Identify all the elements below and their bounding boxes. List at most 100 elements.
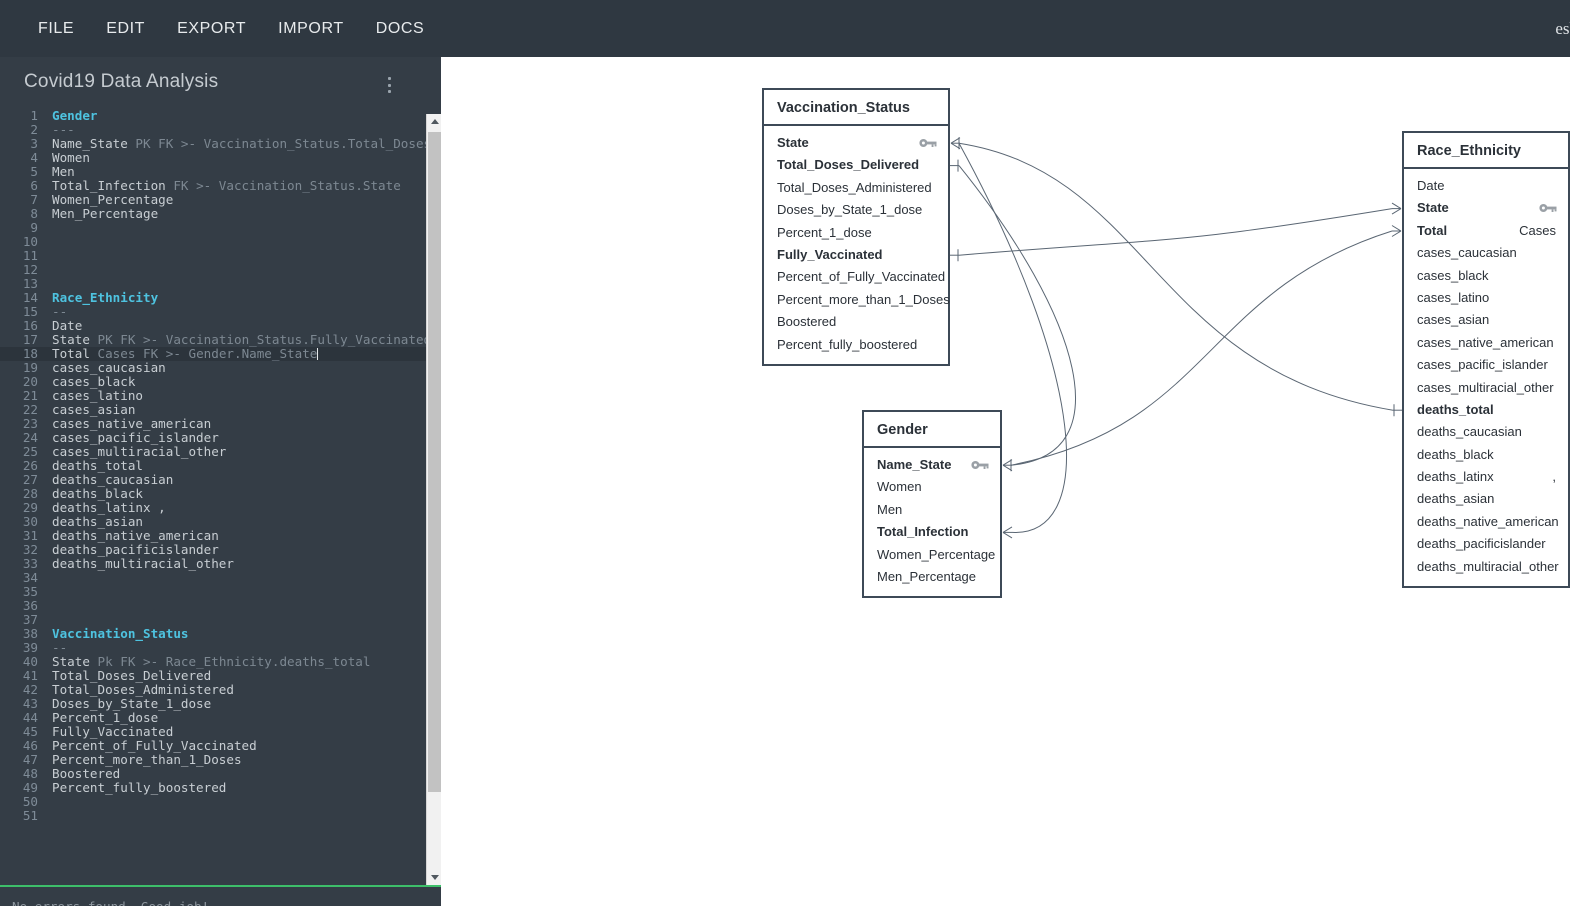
er-field-row[interactable]: cases_latino	[1404, 287, 1568, 309]
code-line[interactable]: 14 Race_Ethnicity	[0, 291, 426, 305]
code-line[interactable]: 21 cases_latino	[0, 389, 426, 403]
code-line[interactable]: 47 Percent_more_than_1_Doses	[0, 753, 426, 767]
scrollbar-thumb[interactable]	[428, 132, 441, 792]
code-line[interactable]: 29 deaths_latinx ,	[0, 501, 426, 515]
code-line[interactable]: 9	[0, 221, 426, 235]
code-line[interactable]: 51	[0, 809, 426, 823]
er-field-row[interactable]: deaths_caucasian	[1404, 421, 1568, 443]
er-field-row[interactable]: deaths_latinx,	[1404, 466, 1568, 488]
code-line[interactable]: 1 Gender	[0, 109, 426, 123]
code-line[interactable]: 33 deaths_multiracial_other	[0, 557, 426, 571]
er-field-row[interactable]: cases_pacific_islander	[1404, 354, 1568, 376]
code-line[interactable]: 32 deaths_pacificislander	[0, 543, 426, 557]
code-line[interactable]: 2 ---	[0, 123, 426, 137]
code-line[interactable]: 36	[0, 599, 426, 613]
code-line[interactable]: 40 State Pk FK >- Race_Ethnicity.deaths_t…	[0, 655, 426, 669]
code-line[interactable]: 6 Total_Infection FK >- Vaccination_Statu…	[0, 179, 426, 193]
code-line[interactable]: 48 Boostered	[0, 767, 426, 781]
er-field-row[interactable]: cases_caucasian	[1404, 242, 1568, 264]
er-table-race_ethnicity[interactable]: Race_Ethnicity Date State Total Cases cases_c…	[1402, 131, 1570, 589]
overflow-menu-icon[interactable]	[381, 75, 397, 95]
code-line[interactable]: 26 deaths_total	[0, 459, 426, 473]
code-line[interactable]: 50	[0, 795, 426, 809]
code-line[interactable]: 46 Percent_of_Fully_Vaccinated	[0, 739, 426, 753]
er-field-row[interactable]: Percent_more_than_1_Doses	[764, 289, 950, 311]
code-line[interactable]: 30 deaths_asian	[0, 515, 426, 529]
er-field-row[interactable]: cases_multiracial_other	[1404, 377, 1568, 399]
er-field-row[interactable]: Total Cases	[1404, 220, 1568, 242]
code-line[interactable]: 42 Total_Doses_Administered	[0, 683, 426, 697]
code-line[interactable]: 41 Total_Doses_Delivered	[0, 669, 426, 683]
code-line[interactable]: 31 deaths_native_american	[0, 529, 426, 543]
code-line[interactable]: 28 deaths_black	[0, 487, 426, 501]
code-line[interactable]: 25 cases_multiracial_other	[0, 445, 426, 459]
menu-item-docs[interactable]: DOCS	[360, 12, 441, 46]
er-field-row[interactable]: Women	[864, 476, 1000, 498]
menu-item-import[interactable]: IMPORT	[262, 12, 360, 46]
er-table-vaccination_status[interactable]: Vaccination_Status State Total_Doses_Deliv…	[762, 88, 950, 366]
code-line[interactable]: 27 deaths_caucasian	[0, 473, 426, 487]
er-field-row[interactable]: cases_asian	[1404, 309, 1568, 331]
code-line[interactable]: 43 Doses_by_State_1_dose	[0, 697, 426, 711]
code-line[interactable]: 49 Percent_fully_boostered	[0, 781, 426, 795]
er-field-row[interactable]: cases_black	[1404, 265, 1568, 287]
code-line[interactable]: 34	[0, 571, 426, 585]
scroll-up-arrow-icon[interactable]	[427, 114, 441, 129]
er-field-row[interactable]: Doses_by_State_1_dose	[764, 199, 948, 221]
code-line[interactable]: 3 Name_State PK FK >- Vaccination_Status.…	[0, 137, 426, 151]
code-line[interactable]: 4 Women	[0, 151, 426, 165]
code-line[interactable]: 20 cases_black	[0, 375, 426, 389]
er-field-row[interactable]: Name_State	[864, 454, 1000, 476]
er-field-row[interactable]: Men	[864, 499, 1000, 521]
code-line[interactable]: 38 Vaccination_Status	[0, 627, 426, 641]
er-diagram-canvas[interactable]: Vaccination_Status State Total_Doses_Deliv…	[441, 57, 1570, 906]
er-field-row[interactable]: deaths_multiracial_other	[1404, 556, 1568, 578]
er-field-row[interactable]: Percent_fully_boostered	[764, 334, 948, 356]
er-field-row[interactable]: deaths_black	[1404, 444, 1568, 466]
er-field-row[interactable]: deaths_asian	[1404, 488, 1568, 510]
code-line[interactable]: 22 cases_asian	[0, 403, 426, 417]
code-line[interactable]: 37	[0, 613, 426, 627]
code-line[interactable]: 7 Women_Percentage	[0, 193, 426, 207]
code-line[interactable]: 12	[0, 263, 426, 277]
menu-item-edit[interactable]: EDIT	[90, 12, 161, 46]
er-field-row[interactable]: deaths_total	[1404, 399, 1568, 421]
er-field-row[interactable]: Boostered	[764, 311, 948, 333]
code-line[interactable]: 13	[0, 277, 426, 291]
code-line[interactable]: 15 --	[0, 305, 426, 319]
er-field-row[interactable]: Women_Percentage	[864, 544, 1000, 566]
code-line[interactable]: 39 --	[0, 641, 426, 655]
er-field-row[interactable]: Total_Doses_Administered	[764, 177, 948, 199]
code-line[interactable]: 18 Total Cases FK >- Gender.Name_State	[0, 347, 426, 361]
er-field-row[interactable]: Total_Infection	[864, 521, 1000, 543]
user-account-label[interactable]: esb	[1555, 19, 1570, 39]
er-table-gender[interactable]: Gender Name_State Women Men Total_Infection W…	[862, 410, 1002, 599]
code-line[interactable]: 5 Men	[0, 165, 426, 179]
code-line[interactable]: 10	[0, 235, 426, 249]
er-field-row[interactable]: Percent_of_Fully_Vaccinated	[764, 266, 948, 288]
er-field-row[interactable]: State	[1404, 197, 1568, 219]
editor-scrollbar[interactable]	[426, 114, 441, 885]
code-line[interactable]: 8 Men_Percentage	[0, 207, 426, 221]
code-line[interactable]: 24 cases_pacific_islander	[0, 431, 426, 445]
code-line[interactable]: 19 cases_caucasian	[0, 361, 426, 375]
menu-item-export[interactable]: EXPORT	[161, 12, 262, 46]
code-line[interactable]: 23 cases_native_american	[0, 417, 426, 431]
er-field-row[interactable]: State	[764, 132, 948, 154]
code-editor[interactable]: 1 Gender 2 --- 3 Name_State PK FK >- Vaccinat…	[0, 109, 426, 880]
er-field-row[interactable]: deaths_pacificislander	[1404, 533, 1568, 555]
er-field-row[interactable]: Percent_1_dose	[764, 222, 948, 244]
er-field-row[interactable]: deaths_native_american	[1404, 511, 1568, 533]
er-field-row[interactable]: cases_native_american	[1404, 332, 1568, 354]
er-field-row[interactable]: Total_Doses_Delivered	[764, 154, 948, 176]
code-line[interactable]: 45 Fully_Vaccinated	[0, 725, 426, 739]
code-line[interactable]: 17 State PK FK >- Vaccination_Status.Full…	[0, 333, 426, 347]
code-line[interactable]: 11	[0, 249, 426, 263]
menu-item-file[interactable]: FILE	[22, 12, 90, 46]
er-field-row[interactable]: Men_Percentage	[864, 566, 1000, 588]
code-line[interactable]: 44 Percent_1_dose	[0, 711, 426, 725]
er-field-row[interactable]: Fully_Vaccinated	[764, 244, 948, 266]
scroll-down-arrow-icon[interactable]	[427, 870, 441, 885]
code-line[interactable]: 16 Date	[0, 319, 426, 333]
er-field-row[interactable]: Date	[1404, 175, 1568, 197]
